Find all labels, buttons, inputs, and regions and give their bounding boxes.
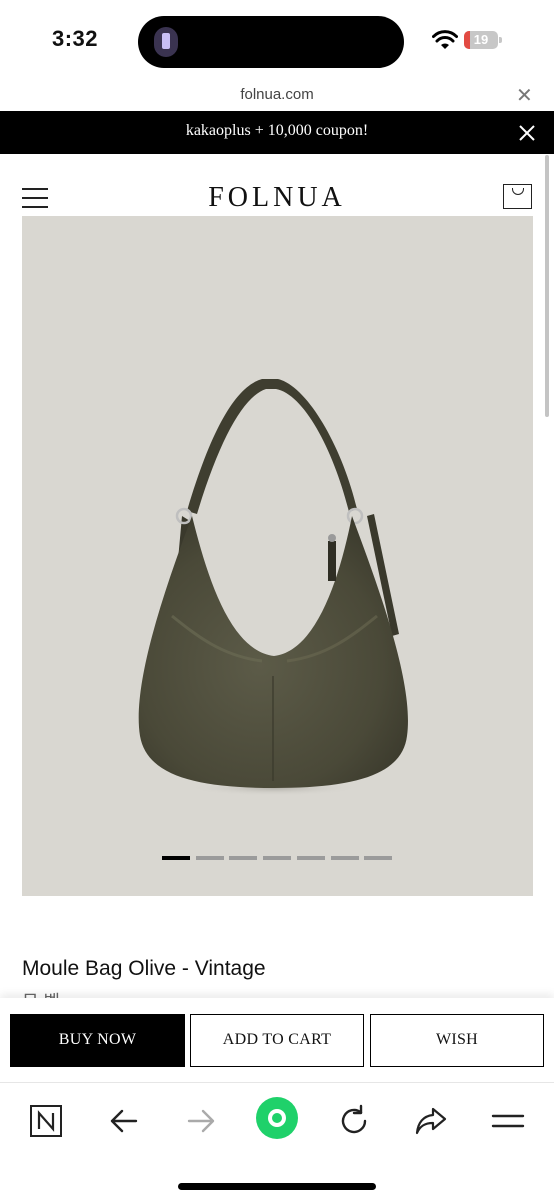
wifi-icon (432, 30, 458, 49)
shopping-bag-icon[interactable] (503, 184, 532, 209)
carousel-dot[interactable] (229, 856, 258, 860)
carousel-dot[interactable] (195, 856, 224, 860)
flashlight-icon (154, 27, 178, 57)
product-image[interactable] (22, 216, 533, 896)
carousel-dot[interactable] (364, 856, 393, 860)
product-title: Moule Bag Olive - Vintage (22, 957, 266, 980)
close-icon[interactable] (516, 122, 538, 144)
url-text[interactable]: folnua.com (0, 86, 554, 103)
carousel-dot[interactable] (296, 856, 325, 860)
back-arrow-icon[interactable] (104, 1101, 144, 1141)
buy-now-button[interactable]: BUY NOW (10, 1014, 185, 1067)
share-icon[interactable] (411, 1101, 451, 1141)
browser-toolbar (0, 1082, 554, 1200)
naver-home-icon[interactable] (26, 1101, 66, 1141)
url-bar[interactable]: folnua.com ✕ (0, 80, 554, 111)
reload-icon[interactable] (334, 1101, 374, 1141)
carousel-dot[interactable] (263, 856, 292, 860)
home-indicator[interactable] (178, 1183, 376, 1190)
purchase-action-bar: BUY NOW ADD TO CART WISH (0, 998, 554, 1082)
close-icon[interactable]: ✕ (516, 83, 533, 108)
bag-image (138, 379, 408, 796)
site-header: FOLNUA (0, 154, 554, 216)
forward-arrow-icon[interactable] (181, 1101, 221, 1141)
site-logo[interactable]: FOLNUA (0, 182, 554, 214)
carousel-dot[interactable] (330, 856, 359, 860)
green-circle-icon[interactable] (255, 1096, 299, 1140)
promo-banner[interactable]: kakaoplus + 10,000 coupon! (0, 111, 554, 154)
battery-level: 19 (473, 32, 489, 47)
wish-button[interactable]: WISH (370, 1014, 544, 1067)
carousel-dot[interactable] (162, 856, 190, 860)
status-bar: 3:32 19 (0, 0, 554, 80)
promo-text[interactable]: kakaoplus + 10,000 coupon! (0, 122, 554, 140)
add-to-cart-button[interactable]: ADD TO CART (190, 1014, 364, 1067)
dynamic-island (138, 16, 404, 68)
page-scrollbar[interactable] (545, 155, 549, 417)
battery-cap (499, 37, 502, 43)
battery-icon: 19 (464, 31, 498, 49)
menu-icon[interactable] (488, 1101, 528, 1141)
status-time: 3:32 (52, 26, 99, 51)
